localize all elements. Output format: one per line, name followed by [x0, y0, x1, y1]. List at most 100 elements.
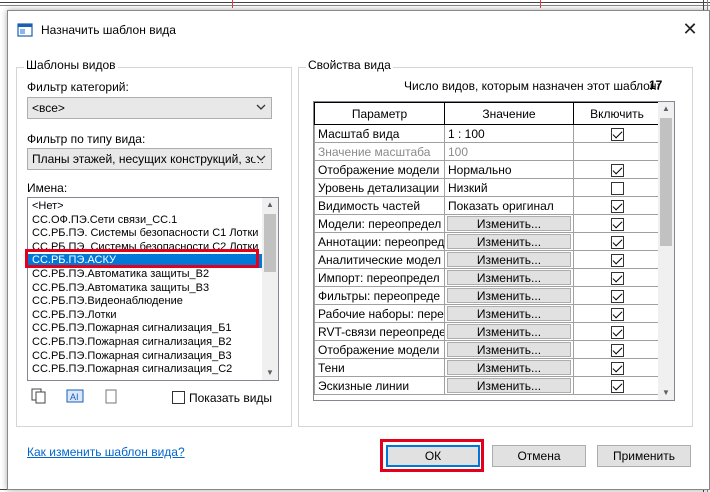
list-item[interactable]: СС.РБ.ПЭ.Видеонаблюдение — [28, 295, 264, 309]
rename-icon[interactable]: AI — [66, 387, 84, 405]
include-cell — [573, 340, 661, 359]
table-row[interactable]: Аннотации: переопред Изменить... — [314, 232, 661, 251]
edit-button[interactable]: Изменить... — [447, 288, 571, 303]
param-cell: Аннотации: переопред — [314, 232, 445, 251]
list-item[interactable]: СС.РБ.ПЭ.Пожарная сигнализация_Б1 — [28, 322, 264, 336]
include-checkbox[interactable] — [610, 181, 624, 195]
help-link[interactable]: Как изменить шаблон вида? — [27, 445, 185, 459]
include-checkbox[interactable] — [610, 325, 624, 339]
include-cell — [573, 142, 661, 161]
category-filter-select[interactable]: <все> — [27, 97, 272, 119]
edit-button[interactable]: Изменить... — [447, 270, 571, 285]
column-header-parameter[interactable]: Параметр — [314, 102, 445, 125]
include-checkbox[interactable] — [610, 307, 624, 321]
table-row[interactable]: RVT-связи переопреде Изменить... — [314, 322, 661, 341]
value-cell[interactable]: Низкий — [444, 178, 574, 197]
include-checkbox[interactable] — [610, 361, 624, 375]
scroll-down-icon[interactable]: ▼ — [262, 366, 278, 380]
table-row[interactable]: Уровень детализации Низкий — [314, 178, 661, 197]
param-cell: Импорт: переопредел — [314, 268, 445, 287]
include-cell — [573, 196, 661, 215]
chevron-down-icon — [253, 149, 266, 162]
include-checkbox[interactable] — [610, 253, 624, 267]
list-item[interactable]: СС.ОФ.ПЭ.Сети связи_СС.1 — [28, 214, 264, 228]
edit-button[interactable]: Изменить... — [447, 216, 571, 231]
scroll-up-icon[interactable]: ▲ — [262, 198, 278, 212]
window-title: Назначить шаблон вида — [41, 23, 176, 37]
include-checkbox[interactable] — [610, 127, 624, 141]
include-checkbox[interactable] — [610, 235, 624, 249]
include-checkbox[interactable] — [610, 343, 624, 357]
list-item[interactable]: СС.РБ.ПЭ.Пожарная сигнализация_В2 — [28, 336, 264, 350]
show-views-checkbox[interactable] — [172, 391, 185, 404]
table-row[interactable]: Отображение модели Изменить... — [314, 340, 661, 359]
list-item[interactable]: СС.РБ.ПЭ. Системы безопасности С1 Лотки — [28, 227, 264, 241]
value-cell[interactable]: 1 : 100 — [444, 124, 574, 143]
include-checkbox[interactable] — [610, 217, 624, 231]
assign-view-template-dialog: Назначить шаблон вида ✕ Шаблоны видов Фи… — [7, 10, 710, 490]
include-checkbox[interactable] — [610, 379, 624, 393]
table-row[interactable]: Видимость частей Показать оригинал — [314, 196, 661, 215]
list-item[interactable]: <Нет> — [28, 200, 264, 214]
include-cell — [573, 286, 661, 305]
table-scroll-thumb[interactable] — [660, 118, 672, 246]
table-row[interactable]: Фильтры: переопреде Изменить... — [314, 286, 661, 305]
param-cell: Эскизные линии — [314, 376, 445, 395]
list-item-selected[interactable]: СС.РБ.ПЭ.АСКУ — [28, 254, 264, 268]
include-checkbox[interactable] — [610, 163, 624, 177]
revit-app-icon — [17, 23, 33, 37]
include-checkbox[interactable] — [610, 271, 624, 285]
edit-button[interactable]: Изменить... — [447, 342, 571, 357]
edit-button[interactable]: Изменить... — [447, 252, 571, 267]
include-cell — [573, 160, 661, 179]
edit-button[interactable]: Изменить... — [447, 360, 571, 375]
edit-button[interactable]: Изменить... — [447, 306, 571, 321]
value-cell: Изменить... — [444, 232, 574, 251]
table-row[interactable]: Аналитические модел Изменить... — [314, 250, 661, 269]
value-cell[interactable]: Нормально — [444, 160, 574, 179]
table-scrollbar[interactable]: ▲ ▼ — [658, 102, 674, 400]
close-button[interactable]: ✕ — [671, 11, 709, 47]
scroll-up-icon[interactable]: ▲ — [658, 102, 674, 116]
include-checkbox[interactable] — [610, 289, 624, 303]
template-names-list[interactable]: <Нет> СС.ОФ.ПЭ.Сети связи_СС.1 СС.РБ.ПЭ.… — [27, 197, 279, 381]
list-item[interactable]: СС.РБ.ПЭ.Автоматика защиты_В3 — [28, 282, 264, 296]
names-label: Имена: — [27, 181, 68, 195]
column-header-include[interactable]: Включить — [573, 102, 661, 125]
value-cell: Изменить... — [444, 304, 574, 323]
list-scroll-thumb[interactable] — [264, 214, 276, 272]
include-cell — [573, 304, 661, 323]
ok-button[interactable]: ОК — [386, 445, 480, 467]
duplicate-icon[interactable] — [30, 387, 48, 405]
edit-button[interactable]: Изменить... — [447, 234, 571, 249]
value-cell[interactable]: Показать оригинал — [444, 196, 574, 215]
table-row[interactable]: Тени Изменить... — [314, 358, 661, 377]
table-row[interactable]: Рабочие наборы: пере Изменить... — [314, 304, 661, 323]
include-cell — [573, 322, 661, 341]
table-row[interactable]: Отображение модели Нормально — [314, 160, 661, 179]
delete-icon[interactable] — [102, 387, 120, 405]
table-row[interactable]: Эскизные линии Изменить... — [314, 376, 661, 395]
include-cell — [573, 178, 661, 197]
list-item[interactable]: СС.РБ.ПЭ.Пожарная сигнализация_С2 — [28, 363, 264, 377]
cancel-button[interactable]: Отмена — [492, 445, 586, 467]
scroll-down-icon[interactable]: ▼ — [658, 386, 674, 400]
list-item[interactable]: СС.РБ.ПЭ.Лотки — [28, 309, 264, 323]
apply-button[interactable]: Применить — [597, 445, 691, 467]
column-header-value[interactable]: Значение — [444, 102, 574, 125]
list-item[interactable]: СС.РБ.ПЭ. Системы безопасности С2 Лотки — [28, 241, 264, 255]
value-cell: Изменить... — [444, 376, 574, 395]
table-row[interactable]: Масштаб вида 1 : 100 — [314, 124, 661, 143]
table-row[interactable]: Модели: переопредел Изменить... — [314, 214, 661, 233]
value-cell: Изменить... — [444, 322, 574, 341]
view-type-filter-select[interactable]: Планы этажей, несущих конструкций, зон — [27, 148, 272, 170]
list-scrollbar[interactable]: ▲ ▼ — [262, 198, 278, 380]
value-cell: Изменить... — [444, 214, 574, 233]
table-row[interactable]: Значение масштаба 100 — [314, 142, 661, 161]
list-item[interactable]: СС.РБ.ПЭ.Пожарная сигнализация_В3 — [28, 350, 264, 364]
edit-button[interactable]: Изменить... — [447, 324, 571, 339]
include-checkbox[interactable] — [610, 199, 624, 213]
table-row[interactable]: Импорт: переопредел Изменить... — [314, 268, 661, 287]
list-item[interactable]: СС.РБ.ПЭ.Автоматика защиты_В2 — [28, 268, 264, 282]
edit-button[interactable]: Изменить... — [447, 378, 571, 393]
